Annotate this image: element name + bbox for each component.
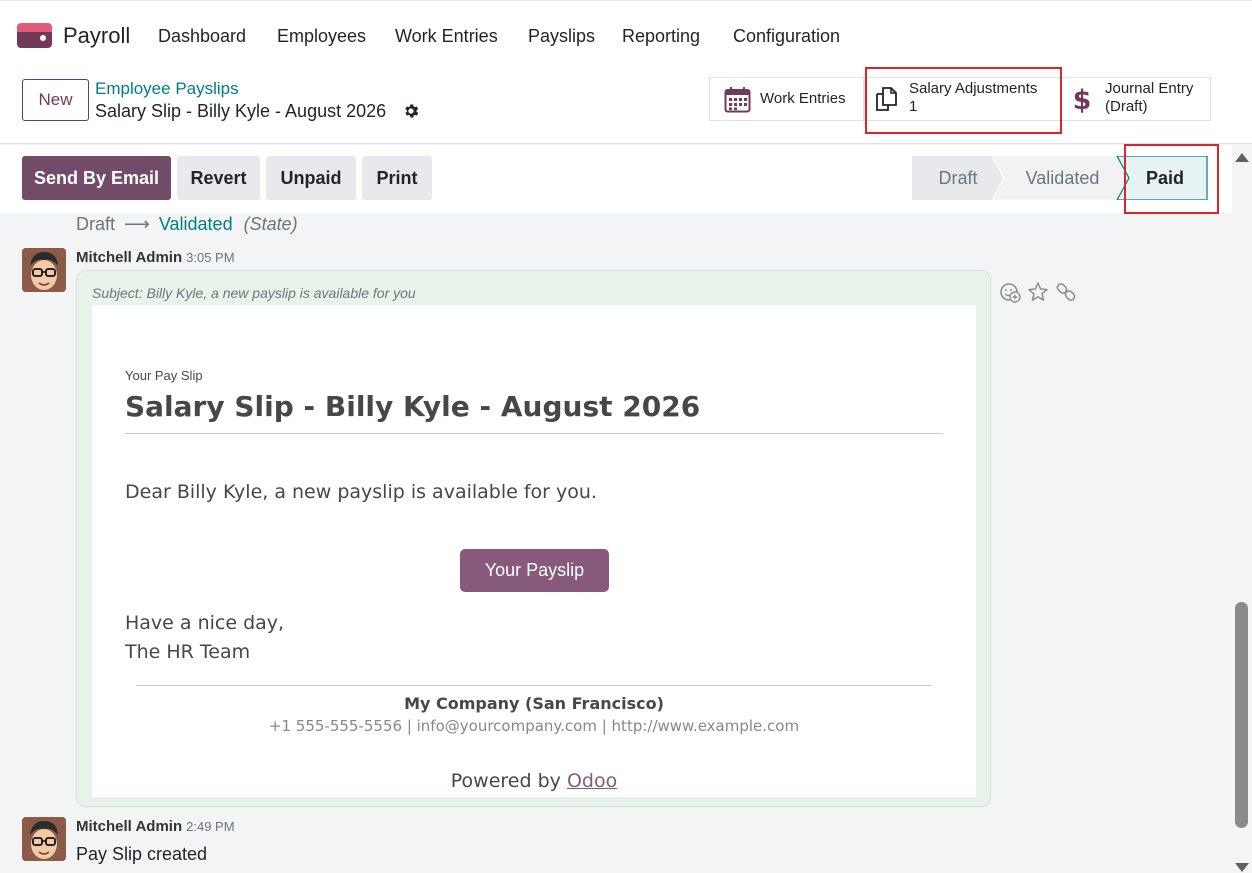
email-body: Your Pay Slip Salary Slip - Billy Kyle -… (92, 305, 976, 797)
message-bubble: Subject: Billy Kyle, a new payslip is av… (76, 270, 991, 807)
svg-text:$: $ (1073, 85, 1092, 114)
avatar[interactable] (22, 248, 66, 292)
nav-dashboard[interactable]: Dashboard (158, 26, 246, 47)
gear-icon[interactable] (402, 102, 420, 120)
your-payslip-button[interactable]: Your Payslip (460, 549, 609, 592)
tracking-value: Draft ⟶ Validated (State) (76, 214, 298, 235)
breadcrumb-employee-payslips[interactable]: Employee Payslips (95, 79, 239, 99)
journal-entry-smart-button[interactable]: $ Journal Entry (Draft) (1061, 77, 1211, 121)
add-reaction-icon[interactable] (999, 281, 1021, 303)
message-subject: Subject: Billy Kyle, a new payslip is av… (92, 285, 416, 301)
author-name: Mitchell Admin (76, 818, 183, 835)
avatar[interactable] (22, 817, 66, 861)
send-by-email-button[interactable]: Send By Email (22, 156, 171, 200)
message-author: Mitchell Admin 2:49 PM (76, 818, 235, 835)
tracking-old-value: Draft (76, 214, 116, 234)
journal-entry-state: (Draft) (1105, 98, 1148, 115)
calendar-icon (724, 86, 751, 112)
highlight-paid-stage (1124, 144, 1219, 214)
author-name: Mitchell Admin (76, 249, 183, 266)
highlight-salary-adjustments (865, 67, 1062, 134)
work-entries-label: Work Entries (760, 90, 846, 107)
stage-validated[interactable]: Validated (1004, 156, 1121, 200)
nav-work-entries[interactable]: Work Entries (395, 26, 498, 47)
scrollbar[interactable] (1232, 145, 1252, 873)
email-title: Salary Slip - Billy Kyle - August 2026 (125, 390, 701, 423)
company-name: My Company (San Francisco) (404, 694, 664, 713)
message-time: 3:05 PM (186, 250, 235, 265)
journal-entry-label: Journal Entry (1105, 80, 1194, 97)
new-button[interactable]: New (22, 79, 89, 121)
powered-by: Powered by Odoo (92, 770, 976, 792)
email-tag: Your Pay Slip (125, 368, 203, 383)
scrollbar-thumb[interactable] (1235, 602, 1248, 828)
company-contact: +1 555-555-5556 | info@yourcompany.com |… (268, 717, 800, 735)
stage-draft[interactable]: Draft (912, 156, 1004, 200)
form-statusbar: Send By Email Revert Unpaid Print Draft … (0, 145, 1232, 213)
tracking-new-value: Validated (158, 214, 233, 234)
divider (125, 433, 943, 434)
nav-payslips[interactable]: Payslips (528, 26, 595, 47)
scroll-down-arrow-icon[interactable] (1235, 863, 1249, 872)
closing-line-2: The HR Team (125, 641, 251, 663)
app-name[interactable]: Payroll (63, 23, 130, 49)
message-time: 2:49 PM (186, 819, 235, 834)
print-button[interactable]: Print (362, 156, 432, 200)
unpaid-button[interactable]: Unpaid (266, 156, 356, 200)
record-title: Salary Slip - Billy Kyle - August 2026 (95, 101, 387, 121)
email-closing: Have a nice day, The HR Team (125, 609, 284, 667)
odoo-link[interactable]: Odoo (567, 770, 617, 792)
message-actions (999, 281, 1077, 303)
work-entries-smart-button[interactable]: Work Entries (709, 77, 864, 121)
nav-employees[interactable]: Employees (277, 26, 366, 47)
arrow-right-icon: ⟶ (124, 214, 150, 234)
dollar-icon: $ (1073, 85, 1092, 114)
closing-line-1: Have a nice day, (125, 612, 285, 634)
tracking-field: (State) (243, 214, 298, 234)
payroll-app-icon[interactable] (17, 23, 52, 48)
nav-configuration[interactable]: Configuration (733, 26, 840, 47)
divider (136, 685, 932, 686)
control-panel: New Employee Payslips Salary Slip - Bill… (0, 68, 1252, 144)
powered-prefix: Powered by (450, 770, 567, 792)
email-greeting: Dear Billy Kyle, a new payslip is availa… (125, 481, 597, 503)
message-author: Mitchell Admin 3:05 PM (76, 249, 235, 266)
revert-button[interactable]: Revert (177, 156, 260, 200)
chatter: Draft ⟶ Validated (State) Mitchell Admin… (0, 213, 1232, 873)
scroll-up-arrow-icon[interactable] (1235, 153, 1249, 162)
message-body: Pay Slip created (76, 844, 208, 864)
top-navbar: Payroll Dashboard Employees Work Entries… (0, 0, 1252, 68)
link-icon[interactable] (1055, 281, 1077, 303)
nav-reporting[interactable]: Reporting (622, 26, 700, 47)
star-icon[interactable] (1027, 281, 1049, 303)
